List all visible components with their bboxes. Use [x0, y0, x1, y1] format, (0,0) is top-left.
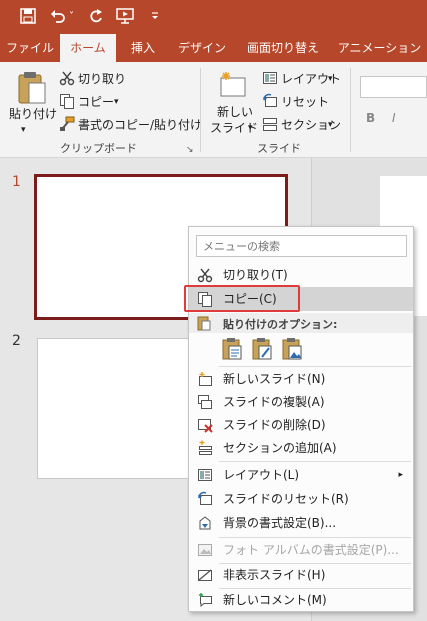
copy-highlight-outline	[184, 285, 300, 312]
quick-access-toolbar: ˅	[0, 0, 427, 34]
menu-item-label: 背景の書式設定(B)...	[223, 516, 337, 530]
menu-item-duplicate-slide[interactable]: スライドの複製(A)	[189, 390, 413, 414]
paste-icon	[197, 315, 211, 334]
menu-item-label: レイアウト(L)	[223, 468, 300, 482]
menu-divider	[219, 461, 411, 462]
tab-insert[interactable]: 挿入	[118, 34, 168, 62]
tab-home[interactable]: ホーム	[60, 34, 116, 62]
redo-icon[interactable]	[88, 8, 104, 26]
menu-search-input[interactable]	[196, 235, 407, 257]
menu-item-format-background[interactable]: 背景の書式設定(B)...	[189, 511, 413, 535]
copy-dropdown-icon[interactable]: ▾	[114, 94, 119, 110]
photo-album-icon	[197, 542, 213, 558]
customize-qat-icon[interactable]	[150, 8, 160, 26]
slide-number-1: 1	[12, 174, 21, 190]
delete-slide-icon	[197, 417, 213, 433]
clipboard-group-label: クリップボード	[60, 142, 137, 155]
menu-item-label: セクションの追加(A)	[223, 441, 337, 455]
slides-group-label: スライド	[257, 142, 301, 155]
menu-item-label: 非表示スライド(H)	[223, 568, 326, 582]
menu-item-cut[interactable]: 切り取り(T)	[189, 263, 413, 287]
scissors-icon	[59, 70, 75, 89]
menu-item-label: スライドのリセット(R)	[223, 492, 349, 506]
context-menu: 切り取り(T) コピー(C) 貼り付けのオプション: 新しいスライド(N)	[188, 226, 414, 612]
paste-dropdown-icon[interactable]: ▾	[21, 122, 26, 138]
menu-item-label: 新しいスライド(N)	[223, 372, 326, 386]
menu-item-label: スライドの複製(A)	[223, 395, 325, 409]
copy-button[interactable]: コピー	[78, 94, 114, 110]
reset-icon	[262, 93, 278, 112]
paste-as-picture-icon[interactable]	[281, 337, 303, 364]
hide-slide-icon	[197, 567, 213, 583]
reset-slide-icon	[197, 491, 213, 507]
tab-animations[interactable]: アニメーション	[332, 34, 427, 62]
new-slide-button[interactable]: 新しい	[217, 104, 253, 120]
copy-icon	[59, 93, 75, 112]
paste-button[interactable]: 貼り付け	[9, 106, 57, 122]
layout-icon	[262, 70, 278, 89]
layout-dropdown-icon[interactable]: ▾	[328, 71, 333, 87]
menu-item-layout[interactable]: レイアウト(L) ▸	[189, 463, 413, 487]
duplicate-slide-icon	[197, 394, 213, 410]
new-slide-icon[interactable]	[218, 70, 248, 100]
submenu-arrow-icon: ▸	[398, 470, 403, 480]
menu-item-reset-slide[interactable]: スライドのリセット(R)	[189, 487, 413, 511]
reset-button[interactable]: リセット	[281, 94, 329, 110]
scissors-icon	[197, 267, 213, 283]
clipboard-launcher-icon[interactable]: ↘	[186, 142, 194, 158]
divider	[350, 68, 351, 152]
new-slide-dropdown-icon[interactable]: ▾	[248, 120, 253, 136]
menu-item-hide-slide[interactable]: 非表示スライド(H)	[189, 563, 413, 587]
new-comment-icon	[197, 592, 213, 608]
menu-item-delete-slide[interactable]: スライドの削除(D)	[189, 413, 413, 437]
present-from-start-icon[interactable]	[116, 8, 134, 26]
ribbon-tabs: ファイル ホーム 挿入 デザイン 画面切り替え アニメーション	[0, 34, 427, 62]
divider	[200, 68, 201, 152]
ribbon: 貼り付け ▾ 切り取り コピー ▾ 書式のコピー/貼り付け クリップボード ↘ …	[0, 62, 427, 158]
format-painter-icon	[59, 116, 75, 135]
tab-file[interactable]: ファイル	[0, 34, 60, 62]
paste-options-header: 貼り付けのオプション:	[189, 313, 413, 333]
format-background-icon	[197, 515, 213, 531]
menu-item-label: 切り取り(T)	[223, 268, 288, 282]
paste-options-label: 貼り付けのオプション:	[223, 318, 338, 331]
slide-number-2: 2	[12, 333, 21, 349]
italic-button[interactable]: I	[392, 110, 396, 126]
menu-item-label: スライドの削除(D)	[223, 418, 326, 432]
menu-item-new-comment[interactable]: 新しいコメント(M)	[189, 588, 413, 612]
tab-design[interactable]: デザイン	[172, 34, 232, 62]
section-dropdown-icon[interactable]: ▾	[328, 117, 333, 133]
font-name-combo[interactable]	[360, 76, 427, 98]
undo-icon[interactable]	[50, 8, 66, 26]
section-icon	[262, 116, 278, 135]
cut-button[interactable]: 切り取り	[78, 71, 126, 87]
menu-item-new-slide[interactable]: 新しいスライド(N)	[189, 367, 413, 391]
paste-options-row	[219, 335, 339, 363]
menu-item-format-photo-album: フォト アルバムの書式設定(P)...	[189, 538, 413, 562]
paste-use-destination-theme-icon[interactable]	[221, 337, 243, 364]
new-slide-icon	[197, 371, 213, 387]
bold-button[interactable]: B	[366, 110, 375, 126]
paste-icon[interactable]	[15, 70, 49, 106]
tab-transitions[interactable]: 画面切り替え	[238, 34, 328, 62]
save-icon[interactable]	[20, 8, 36, 26]
menu-item-label: 新しいコメント(M)	[223, 593, 327, 607]
add-section-icon	[197, 440, 213, 456]
undo-dropdown-icon[interactable]: ˅	[69, 8, 74, 26]
menu-item-add-section[interactable]: セクションの追加(A)	[189, 436, 413, 460]
paste-keep-source-formatting-icon[interactable]	[251, 337, 273, 364]
format-painter-button[interactable]: 書式のコピー/貼り付け	[78, 117, 202, 133]
menu-item-label: フォト アルバムの書式設定(P)...	[223, 543, 399, 557]
layout-icon	[197, 467, 213, 483]
